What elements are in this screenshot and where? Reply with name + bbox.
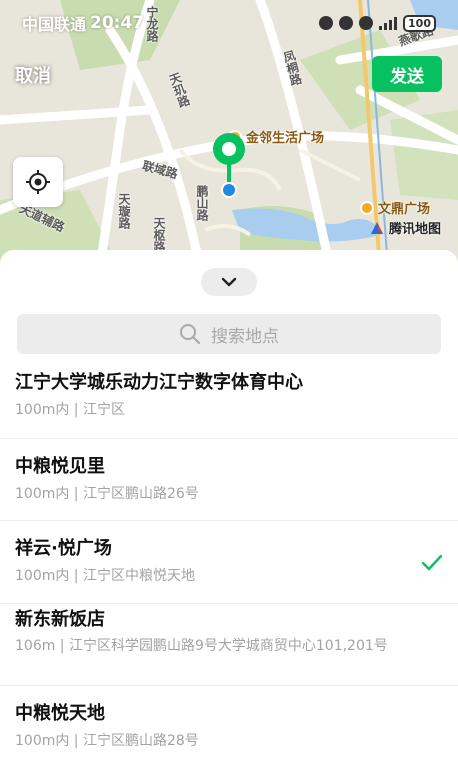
map-view[interactable]: 宁龙路 天玑路 联域路 天璇路 鹏山路 天枢路 凤桐路 燕歌路 天道辅路 金邻生… xyxy=(0,0,458,268)
signal-icon xyxy=(379,16,398,30)
checkmark-icon xyxy=(421,554,443,571)
place-name: 江宁大学城乐动力江宁数字体育中心 xyxy=(15,372,303,393)
poi-marker-icon xyxy=(360,200,374,215)
location-status-icon xyxy=(319,16,334,30)
locate-me-button[interactable] xyxy=(13,157,63,207)
place-detail: 100m内 | 江宁区中粮悦天地 xyxy=(15,568,195,584)
send-button[interactable]: 发送 xyxy=(372,56,442,92)
battery-indicator: 100 xyxy=(403,14,436,32)
status-icons: 100 xyxy=(319,14,436,32)
crosshair-icon xyxy=(26,170,50,194)
chevron-down-icon xyxy=(221,277,237,287)
place-name: 中粮悦见里 xyxy=(15,456,105,477)
cancel-button[interactable]: 取消 xyxy=(15,62,51,88)
place-detail: 106m | 江宁区科学园鹏山路9号大学城商贸中心101,201号 xyxy=(15,638,388,654)
tencent-map-logo-icon xyxy=(371,221,383,234)
poi-label: 金邻生活广场 xyxy=(246,131,325,146)
search-input[interactable]: 搜索地点 xyxy=(17,314,441,354)
list-item[interactable]: 新东新饭店 106m | 江宁区科学园鹏山路9号大学城商贸中心101,201号 xyxy=(0,604,458,686)
road-label: 天璇路 xyxy=(117,193,131,229)
poi-label: 文鼎广场 xyxy=(378,202,431,217)
search-placeholder: 搜索地点 xyxy=(211,326,279,347)
list-item[interactable]: 中粮悦天地 100m内 | 江宁区鹏山路28号 xyxy=(0,686,458,768)
carrier-name: 中国联通 xyxy=(22,15,87,34)
place-name: 中粮悦天地 xyxy=(15,703,105,724)
collapse-sheet-button[interactable] xyxy=(201,268,257,296)
location-pin-icon xyxy=(213,133,245,198)
place-name: 新东新饭店 xyxy=(15,609,105,630)
list-item-selected[interactable]: 祥云·悦广场 100m内 | 江宁区中粮悦天地 xyxy=(0,521,458,604)
wechat-status-icon xyxy=(339,16,354,30)
places-list: 江宁大学城乐动力江宁数字体育中心 100m内 | 江宁区 中粮悦见里 100m内… xyxy=(0,362,458,768)
list-item[interactable]: 中粮悦见里 100m内 | 江宁区鹏山路26号 xyxy=(0,439,458,521)
road-label: 鹏山路 xyxy=(195,185,209,221)
search-icon xyxy=(180,324,200,344)
places-sheet: 搜索地点 江宁大学城乐动力江宁数字体育中心 100m内 | 江宁区 中粮悦见里 … xyxy=(0,250,458,770)
place-name: 祥云·悦广场 xyxy=(15,538,112,559)
road-label: 天枢路 xyxy=(152,217,166,253)
map-provider-label: 腾讯地图 xyxy=(389,222,442,237)
poi-wending[interactable]: 文鼎广场 xyxy=(360,198,430,217)
place-detail: 100m内 | 江宁区鹏山路26号 xyxy=(15,486,199,502)
gps-status-icon xyxy=(359,16,374,30)
place-detail: 100m内 | 江宁区 xyxy=(15,402,125,418)
status-time: 20:47 xyxy=(90,13,145,33)
status-bar: 中国联通 20:47 100 xyxy=(0,0,458,46)
list-item[interactable]: 江宁大学城乐动力江宁数字体育中心 100m内 | 江宁区 xyxy=(0,362,458,439)
place-detail: 100m内 | 江宁区鹏山路28号 xyxy=(15,733,199,749)
map-provider-logo: 腾讯地图 xyxy=(369,218,441,237)
